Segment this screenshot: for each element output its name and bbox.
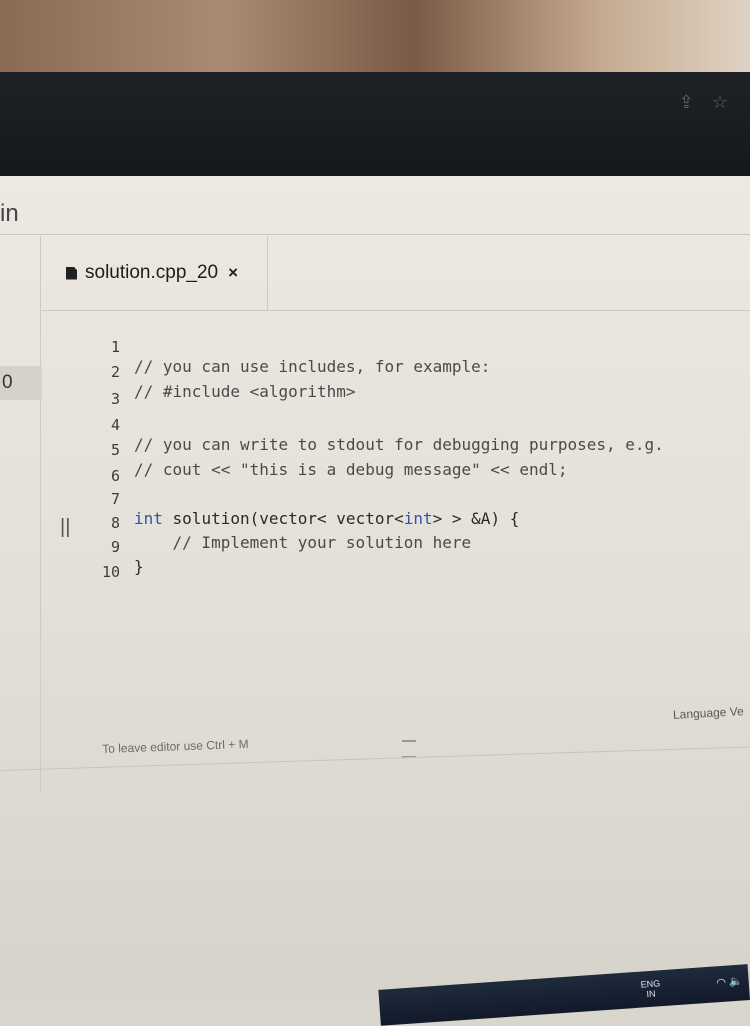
divider	[0, 234, 750, 235]
code-line: 4 // you can write to stdout for debuggi…	[42, 397, 664, 454]
editor-resize-handle[interactable]	[402, 740, 416, 758]
code-line: 3	[42, 371, 120, 408]
wifi-icon[interactable]: ◠	[716, 977, 726, 990]
line-text: int solution(vector< vector<int> > &A) {	[134, 509, 519, 528]
line-text: // #include <algorithm>	[134, 382, 356, 401]
code-fragment: solution(vector< vector<	[162, 509, 404, 528]
line-number: 7	[110, 490, 120, 508]
line-number: 3	[110, 390, 120, 408]
line-number: 6	[110, 467, 120, 485]
keyword-int: int	[403, 509, 433, 528]
toolbar-icons: ⇪ ☆	[679, 92, 728, 113]
code-line: 8 // Implement your solution here	[42, 495, 471, 552]
volume-icon[interactable]: 🔈	[729, 975, 744, 988]
system-tray[interactable]: ◠ 🔈	[716, 974, 743, 989]
code-line: 7 int solution(vector< vector<int> > &A)…	[42, 471, 519, 528]
line-text: // you can write to stdout for debugging…	[134, 435, 664, 454]
line-text: }	[134, 557, 144, 576]
region-code: IN	[646, 988, 656, 1000]
line-text: // cout << "this is a debug message" << …	[134, 460, 568, 479]
code-line: 1 // you can use includes, for example:	[42, 319, 490, 376]
line-text: // Implement your solution here	[134, 533, 472, 552]
code-line: 9 }	[42, 519, 144, 576]
editor-tab-bar: solution.cpp_20 ×	[42, 236, 750, 311]
left-panel-heading: in	[0, 200, 19, 227]
code-line: 5 // cout << "this is a debug message" <…	[42, 422, 568, 479]
line-number: 5	[110, 441, 120, 459]
tab-solution-file[interactable]: solution.cpp_20 ×	[42, 236, 268, 310]
code-line: 10	[42, 544, 120, 581]
file-icon	[66, 266, 77, 280]
share-icon[interactable]: ⇪	[679, 92, 694, 113]
browser-toolbar: ⇪ ☆	[0, 72, 750, 178]
line-number: 8	[110, 514, 120, 532]
keyword-int: int	[134, 509, 163, 528]
code-line: 6	[42, 448, 120, 485]
star-icon[interactable]: ☆	[712, 92, 728, 113]
line-number: 4	[110, 416, 120, 434]
code-editor[interactable]: || 1 // you can use includes, for exampl…	[42, 311, 750, 771]
code-fragment: > > &A) {	[432, 509, 520, 528]
left-panel-count: 0	[0, 366, 42, 400]
desktop-wallpaper	[0, 0, 750, 75]
line-number: 1	[110, 338, 120, 356]
input-language-indicator[interactable]: ENG IN	[640, 978, 661, 999]
line-number: 10	[101, 563, 120, 581]
line-number: 2	[110, 363, 120, 381]
line-text: // you can use includes, for example:	[134, 357, 491, 376]
tab-label: solution.cpp_20	[85, 262, 219, 283]
left-panel	[0, 236, 41, 792]
line-number: 9	[110, 538, 120, 556]
code-line: 2 // #include <algorithm>	[42, 344, 356, 401]
close-icon[interactable]: ×	[228, 263, 238, 283]
